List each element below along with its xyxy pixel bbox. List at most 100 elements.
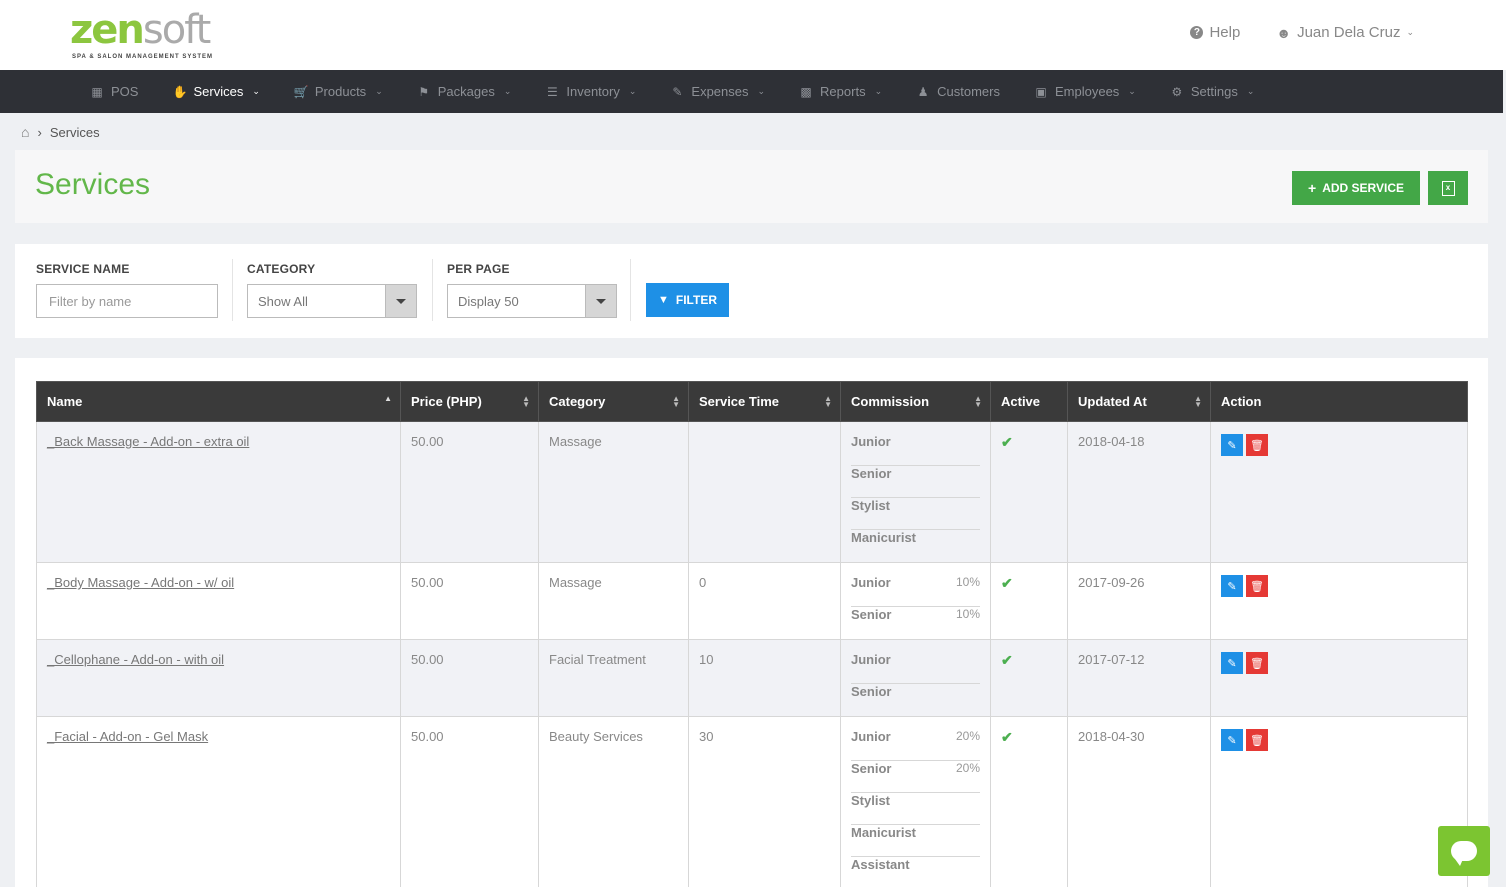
per-page-value: Display 50 [458, 293, 519, 309]
header-label: Active [1001, 394, 1041, 409]
edit-pencil-icon[interactable]: ✎ [1221, 729, 1243, 751]
commission-cell: Junior Senior [840, 639, 991, 717]
edit-pencil-icon[interactable]: ✎ [1221, 434, 1243, 456]
nav-item-packages[interactable]: ⚑ Packages ⌄ [417, 84, 512, 99]
add-service-button[interactable]: + ADD SERVICE [1292, 171, 1420, 205]
nav-item-employees[interactable]: ▣ Employees ⌄ [1034, 84, 1136, 99]
divider [630, 259, 631, 321]
category-value: Show All [258, 293, 308, 309]
header-label: Category [549, 394, 606, 409]
edit-pencil-icon[interactable]: ✎ [1221, 575, 1243, 597]
home-icon[interactable]: ⌂ [21, 124, 29, 140]
action-cell: ✎ 🗑 [1210, 716, 1468, 887]
nav-item-pos[interactable]: ▦ POS [90, 84, 138, 99]
commission-role: Manicurist [851, 825, 917, 840]
help-link[interactable]: ? Help [1190, 24, 1240, 41]
nav-item-reports[interactable]: ▩ Reports ⌄ [799, 84, 882, 99]
price-cell: 50.00 [400, 562, 539, 640]
nav-item-inventory[interactable]: ☰ Inventory ⌄ [545, 84, 636, 99]
service-name-link[interactable]: _Cellophane - Add-on - with oil [47, 652, 224, 667]
price-cell: 50.00 [400, 639, 539, 717]
header-label: Name [47, 394, 83, 409]
delete-trash-icon[interactable]: 🗑 [1246, 652, 1268, 674]
chat-widget-button[interactable] [1438, 826, 1490, 876]
commission-role: Stylist [851, 498, 891, 513]
updated-at-cell: 2018-04-18 [1067, 421, 1211, 563]
category-cell: Beauty Services [538, 716, 689, 887]
user-icon: ☻ [1276, 24, 1292, 41]
filter-button[interactable]: ▼ FILTER [646, 283, 729, 317]
name-cell: _Body Massage - Add-on - w/ oil [36, 562, 401, 640]
commission-row: Senior 20% [851, 761, 980, 793]
services-table-panel: Name ▲ Price (PHP) ▲ ▼ Category ▲ ▼ Service T… [15, 358, 1488, 887]
nav-label: Packages [437, 84, 495, 99]
hand-icon: ✋ [172, 84, 188, 99]
nav-item-expenses[interactable]: ✎ Expenses ⌄ [670, 84, 765, 99]
category-cell: Massage [538, 421, 689, 563]
name-cell: _Facial - Add-on - Gel Mask [36, 716, 401, 887]
category-select[interactable]: Show All [247, 284, 417, 318]
column-header-updated-at[interactable]: Updated At ▲ ▼ [1067, 381, 1211, 422]
header-label: Updated At [1078, 394, 1147, 409]
service-time-cell: 30 [688, 716, 841, 887]
services-table: Name ▲ Price (PHP) ▲ ▼ Category ▲ ▼ Service T… [36, 381, 1468, 887]
nav-item-settings[interactable]: ⚙ Settings ⌄ [1170, 84, 1254, 99]
top-header: zensoft SPA & SALON MANAGEMENT SYSTEM ? … [0, 0, 1506, 70]
column-header-commission[interactable]: Commission ▲ ▼ [840, 381, 991, 422]
nav-label: Employees [1054, 84, 1120, 99]
chevron-down-icon: ⌄ [503, 86, 512, 96]
users-icon: ♟ [917, 84, 929, 99]
commission-row: Senior 10% [851, 607, 980, 639]
zensoft-logo[interactable]: zensoft SPA & SALON MANAGEMENT SYSTEM [70, 8, 220, 64]
sort-icon: ▲ ▼ [824, 394, 832, 409]
category-cell: Facial Treatment [538, 639, 689, 717]
logo-tagline: SPA & SALON MANAGEMENT SYSTEM [72, 54, 214, 60]
category-label: CATEGORY [247, 262, 316, 276]
price-cell: 50.00 [400, 716, 539, 887]
column-header-price[interactable]: Price (PHP) ▲ ▼ [400, 381, 539, 422]
nav-label: POS [111, 84, 139, 99]
commission-row: Junior [851, 652, 980, 684]
delete-trash-icon[interactable]: 🗑 [1246, 729, 1268, 751]
excel-file-icon: x [1441, 180, 1455, 196]
active-cell: ✔ [990, 716, 1068, 887]
service-name-input[interactable]: Filter by name [36, 284, 218, 318]
column-header-active: Active [990, 381, 1068, 422]
column-header-name[interactable]: Name ▲ [36, 381, 401, 422]
commission-role: Junior [851, 434, 891, 449]
sort-icon: ▲ ▼ [672, 394, 680, 409]
filter-panel: SERVICE NAME Filter by name CATEGORY Sho… [15, 244, 1488, 338]
edit-pencil-icon[interactable]: ✎ [1221, 652, 1243, 674]
action-cell: ✎ 🗑 [1210, 421, 1468, 563]
service-name-link[interactable]: _Facial - Add-on - Gel Mask [47, 729, 208, 744]
header-label: Action [1221, 394, 1262, 409]
table-row: _Cellophane - Add-on - with oil 50.00 Fa… [36, 639, 1468, 717]
commission-role: Junior [851, 575, 891, 590]
delete-trash-icon[interactable]: 🗑 [1246, 575, 1268, 597]
user-menu[interactable]: ☻ Juan Dela Cruz ⌄ [1276, 24, 1414, 41]
table-row: _Body Massage - Add-on - w/ oil 50.00 Ma… [36, 562, 1468, 640]
column-header-action: Action [1210, 381, 1468, 422]
service-name-link[interactable]: _Body Massage - Add-on - w/ oil [47, 575, 234, 590]
updated-at-cell: 2017-07-12 [1067, 639, 1211, 717]
table-header-row: Name ▲ Price (PHP) ▲ ▼ Category ▲ ▼ Service T… [36, 381, 1468, 422]
column-header-service-time[interactable]: Service Time ▲ ▼ [688, 381, 841, 422]
user-name: Juan Dela Cruz [1297, 24, 1401, 41]
per-page-filter: PER PAGE Display 50 [447, 262, 617, 318]
nav-item-customers[interactable]: ♟ Customers [916, 84, 1000, 99]
commission-row: Junior [851, 434, 980, 466]
service-name-link[interactable]: _Back Massage - Add-on - extra oil [47, 434, 249, 449]
nav-item-products[interactable]: 🛒 Products ⌄ [294, 84, 383, 99]
header-label: Service Time [699, 394, 779, 409]
export-excel-button[interactable]: x [1428, 171, 1468, 205]
column-header-category[interactable]: Category ▲ ▼ [538, 381, 689, 422]
filter-label: FILTER [675, 293, 717, 307]
per-page-select[interactable]: Display 50 [447, 284, 617, 318]
table-row: _Facial - Add-on - Gel Mask 50.00 Beauty… [36, 716, 1468, 887]
chevron-down-icon: ⌄ [628, 86, 637, 96]
nav-item-services[interactable]: ✋ Services ⌄ [172, 84, 259, 99]
commission-value: 20% [955, 761, 980, 775]
logo-text-zen: zen [70, 7, 145, 53]
commission-row: Manicurist [851, 530, 980, 562]
delete-trash-icon[interactable]: 🗑 [1246, 434, 1268, 456]
